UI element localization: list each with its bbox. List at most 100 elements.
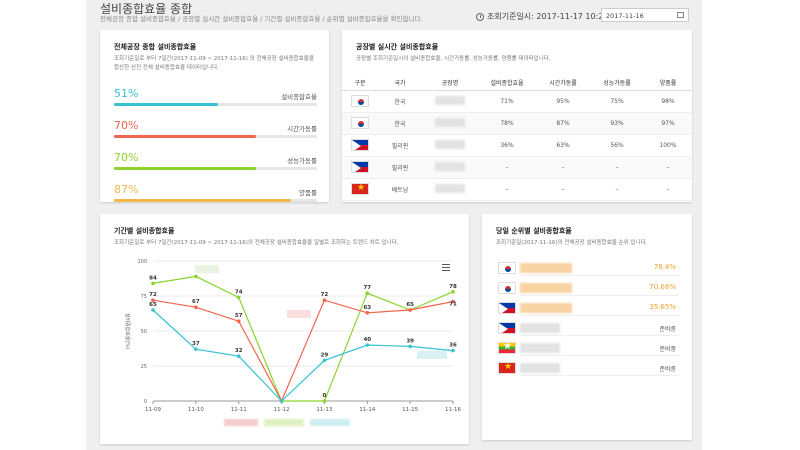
divider (520, 315, 678, 316)
legend-chip (264, 419, 304, 426)
data-point (194, 347, 198, 351)
data-point (365, 291, 370, 295)
oee-cell: 71% (478, 90, 536, 113)
table-row[interactable]: 한국 78% 87% 93% 97% (342, 112, 692, 135)
column-header[interactable]: 시간가동률 (536, 76, 590, 91)
plant-name-redacted (435, 139, 465, 149)
table-row[interactable]: 베트남–––– (342, 178, 692, 201)
calendar-icon[interactable] (677, 12, 684, 18)
column-header[interactable]: 공장명 (422, 76, 478, 91)
x-tick-label: 11-12 (274, 407, 290, 413)
data-point (194, 274, 198, 279)
query-time: 조회기준일시: 2017-11-17 10:28 (476, 11, 609, 22)
oee-cell: 36% (478, 134, 536, 157)
data-label: 65 (149, 302, 157, 308)
column-header[interactable]: 양품률 (644, 76, 692, 91)
x-tick-label: 11-15 (402, 407, 418, 413)
data-label: 29 (321, 352, 329, 358)
redacted-label (195, 265, 219, 273)
perf-rate-cell: 75% (590, 90, 644, 113)
divider (520, 375, 678, 376)
flag-ph-icon (498, 302, 516, 314)
date-picker-input[interactable]: 2017-11-16 (601, 8, 689, 22)
quality-rate-cell: – (644, 156, 692, 179)
metric-value: 70% (114, 151, 139, 164)
plant-name-redacted (520, 283, 572, 293)
quality-rate-cell: 97% (644, 112, 692, 135)
column-header[interactable]: 성능가동률 (590, 76, 644, 91)
data-label: 40 (363, 337, 371, 343)
plant-name-cell (422, 112, 478, 135)
data-point (451, 348, 455, 353)
country-cell: 필리핀 (378, 156, 422, 179)
period-desc: 조회기준일로 부터 7일간(2017-11-09 ~ 2017-11-16)의 … (114, 240, 399, 246)
ranking-row[interactable]: 35.65% (496, 300, 678, 316)
legend-chip (310, 419, 350, 426)
ranking-value: 70.68% (649, 283, 676, 291)
data-label: 71 (449, 302, 457, 308)
ranking-row[interactable]: 78.4% (496, 260, 678, 276)
legend-chip (224, 419, 258, 426)
data-point (365, 343, 370, 347)
ranking-value: 35.65% (649, 303, 676, 311)
data-point (236, 295, 241, 300)
plant-name-redacted (520, 363, 560, 373)
data-label: 39 (406, 338, 414, 344)
divider (520, 355, 678, 356)
y-axis-label: 설비종합효율(%) (124, 313, 131, 349)
ranking-value: 준비중 (659, 366, 676, 373)
data-point (322, 358, 327, 363)
table-row[interactable]: 필리핀 – – – – (342, 156, 692, 179)
ranking-row[interactable]: 준비중 (496, 360, 678, 376)
x-tick-label: 11-10 (188, 407, 204, 413)
page-subtitle: 전체공장 종합 설비종합효율 / 공장별 실시간 설비종합효율 / 기간별 설비… (100, 15, 423, 23)
column-header[interactable]: 설비종합효율 (478, 76, 536, 91)
flag-kr-icon (351, 117, 369, 129)
quality-rate-cell: 100% (644, 134, 692, 157)
data-point (236, 319, 241, 323)
data-point (408, 344, 412, 349)
ranking-row[interactable]: 70.68% (496, 280, 678, 296)
oee-cell: – (478, 156, 536, 179)
time-rate-cell: 63% (536, 134, 590, 157)
column-header[interactable]: 구분 (342, 76, 378, 91)
perf-rate-cell: 56% (590, 134, 644, 157)
plant-name-cell (422, 178, 478, 201)
data-point (408, 308, 412, 312)
flag-mm-icon (498, 342, 516, 354)
plant-name-cell (422, 90, 478, 113)
metric-label: 성능가동률 (287, 157, 317, 165)
x-tick-label: 11-14 (359, 407, 375, 413)
country-cell: 한국 (378, 90, 422, 113)
data-point (322, 399, 327, 403)
country-cell: 필리핀 (378, 134, 422, 157)
flag-ph-icon (351, 161, 369, 173)
ranking-row[interactable]: 준비중 (496, 320, 678, 336)
data-label: 72 (149, 292, 157, 298)
metric-label: 양품률 (299, 189, 317, 197)
data-point (151, 308, 155, 312)
ranking-value: 78.4% (653, 263, 676, 271)
ranking-row[interactable]: 준비중 (496, 340, 678, 356)
ranking-title: 당일 순위별 설비종합효율 (496, 227, 572, 235)
divider (520, 275, 678, 276)
data-point (322, 298, 327, 302)
data-label: 72 (321, 292, 329, 298)
country-cell: 베트남 (378, 178, 422, 201)
metric-value: 70% (114, 119, 139, 132)
table-row[interactable]: 필리핀 36% 63% 56% 100% (342, 134, 692, 157)
data-point (279, 399, 284, 403)
y-tick-label: 25 (141, 364, 147, 370)
flag-ph-icon (351, 139, 369, 151)
series-line-2 (152, 309, 454, 402)
data-label: 84 (149, 275, 157, 281)
oee-cell: 78% (478, 112, 536, 135)
plant-name-redacted (435, 117, 465, 127)
metric-value: 87% (114, 183, 139, 196)
plant-table: 구분 국가 공장명 설비종합효율 시간가동률 성능가동률 양품률 한국 71% 95% 75% 98… (342, 76, 692, 201)
table-row[interactable]: 한국 71% 95% 75% 98% (342, 90, 692, 113)
redacted-label (287, 310, 311, 318)
column-header[interactable]: 국가 (378, 76, 422, 91)
oee-cell: – (478, 178, 536, 201)
time-rate-cell: – (536, 178, 590, 201)
